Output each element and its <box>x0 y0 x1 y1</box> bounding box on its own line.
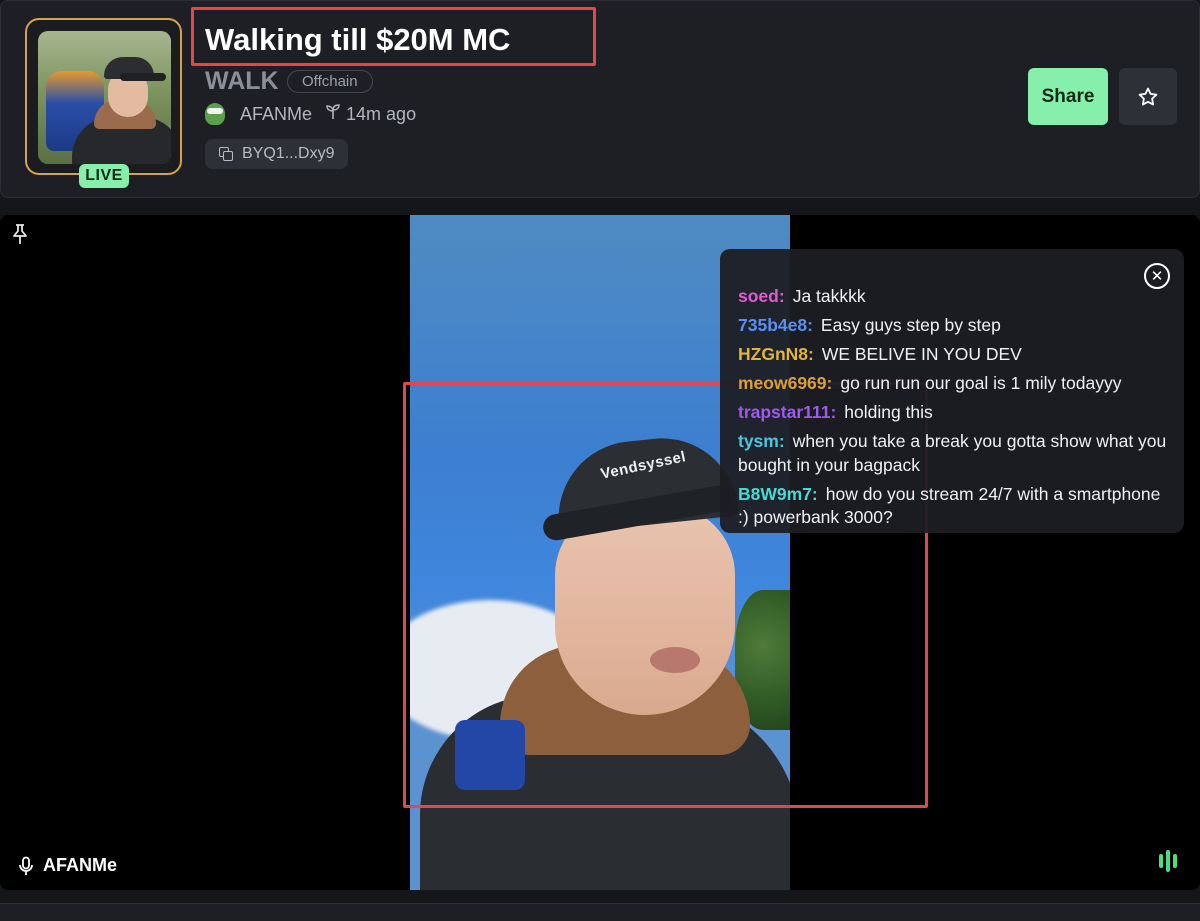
chat-message: tysmwhen you take a break you gotta show… <box>738 430 1170 477</box>
sprout-icon <box>326 104 340 124</box>
chat-message: B8W9m7how do you stream 24/7 with a smar… <box>738 483 1170 530</box>
star-icon <box>1138 87 1158 105</box>
chat-message: meow6969 go run run our goal is 1 mily to… <box>738 372 1170 396</box>
created-age: 14m ago <box>346 103 417 124</box>
chat-text: when you take a break you gotta show wha… <box>738 431 1167 475</box>
chat-username[interactable]: soed <box>738 286 785 306</box>
close-chat-button[interactable]: ✕ <box>1144 263 1170 289</box>
chat-username[interactable]: meow6969 <box>738 373 832 393</box>
chat-message-list: soed Ja takkkk 735b4e8 Easy guys step by st… <box>738 285 1170 530</box>
live-badge: LIVE <box>79 164 129 188</box>
stream-avatar[interactable] <box>25 18 182 175</box>
chat-username[interactable]: 735b4e8 <box>738 315 813 335</box>
copy-icon <box>219 146 234 162</box>
offchain-tag: Offchain <box>287 70 373 93</box>
pin-icon[interactable] <box>10 223 30 250</box>
page-title: Walking till $20M MC <box>205 22 511 57</box>
chat-username[interactable]: trapstar111 <box>738 402 836 422</box>
microphone-icon <box>19 856 33 875</box>
chat-overlay: ✕ soed Ja takkkk 735b4e8 Easy guys step by … <box>720 249 1184 533</box>
creator-avatar-icon <box>205 103 225 125</box>
chat-text: holding this <box>844 402 933 422</box>
audio-level-icon[interactable] <box>1159 850 1177 872</box>
chat-message: HZGnN8 WE BELIVE IN YOU DEV <box>738 343 1170 367</box>
chat-text: go run run our goal is 1 mily todayyy <box>840 373 1122 393</box>
livestream-player[interactable]: Vendsyssel ✕ soedJa takkkk735b4e8Easy gu… <box>0 215 1200 890</box>
chat-username[interactable]: B8W9m7 <box>738 484 818 504</box>
chat-username[interactable]: HZGnN8 <box>738 344 814 364</box>
copy-address-button[interactable]: BYQ1...Dxy9 <box>205 139 349 169</box>
avatar-image <box>38 31 171 164</box>
speaker-name: AFANMe <box>43 855 118 875</box>
creator-row: AFANMe 14m ago <box>205 102 416 126</box>
token-ticker: WALK <box>205 67 279 95</box>
chat-username[interactable]: tysm <box>738 431 785 451</box>
chat-text: Easy guys step by step <box>820 315 1001 335</box>
token-header: LIVE Walking till $20M MC WALK Offchain … <box>0 0 1200 198</box>
chat-message: soed Ja takkkk <box>738 285 1170 309</box>
chat-message: 735b4e8 Easy guys step by step <box>738 314 1170 338</box>
speaker-label: AFANMe <box>18 855 117 876</box>
chat-text: WE BELIVE IN YOU DEV <box>821 344 1022 364</box>
token-address: BYQ1...Dxy9 <box>242 145 335 162</box>
creator-name[interactable]: AFANMe <box>240 104 312 125</box>
chat-text: Ja takkkk <box>792 286 866 306</box>
share-button[interactable]: Share <box>1028 68 1108 125</box>
bottom-panel-edge <box>0 903 1200 921</box>
favorite-button[interactable] <box>1119 68 1177 125</box>
chat-message: trapstar111 holding this <box>738 401 1170 425</box>
